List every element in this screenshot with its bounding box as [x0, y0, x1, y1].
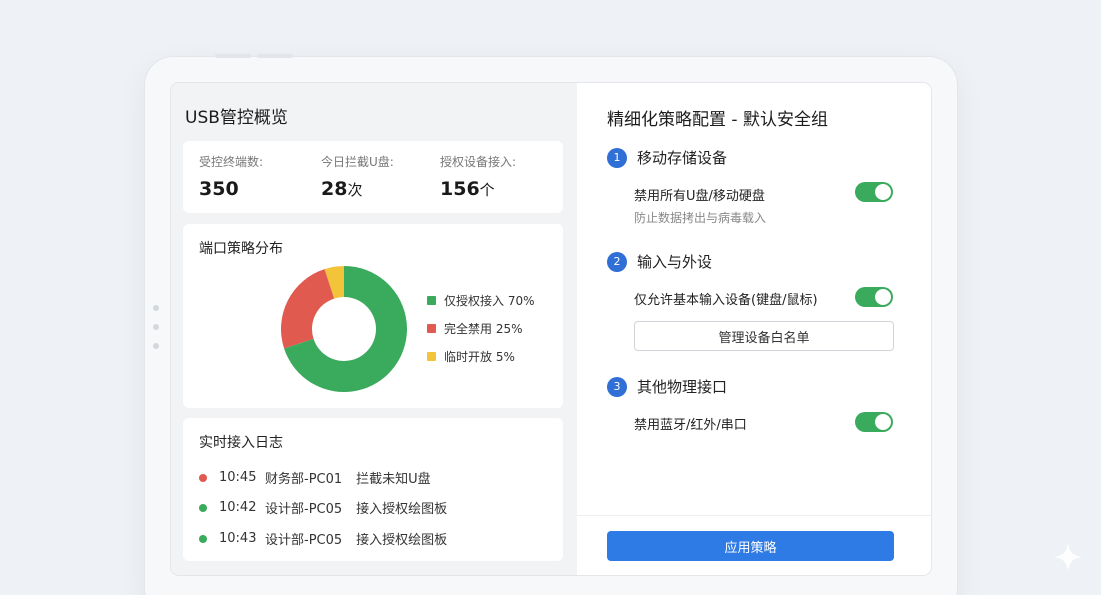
policy-footer: 应用策略: [577, 515, 931, 575]
toggle-disable-bluetooth-ir-serial[interactable]: [855, 412, 893, 432]
log-source: 设计部-PC05: [265, 502, 343, 517]
legend-swatch: [427, 351, 436, 361]
section-removable-storage: 1 移动存储设备: [607, 147, 727, 168]
section-number: 1: [607, 147, 627, 168]
stat-value: 156个: [440, 178, 495, 200]
stat-value: 350: [199, 178, 239, 200]
log-time: 10:43: [219, 531, 257, 546]
status-dot: [199, 534, 207, 543]
stats-card: 受控终端数: 350 今日拦截U盘: 28次 授权设备接入: 156个: [183, 141, 563, 213]
donut-chart: [281, 266, 407, 392]
policy-panel: 精细化策略配置 - 默认安全组 1 移动存储设备 禁用所有U盘/移动硬盘 防止数…: [577, 83, 931, 575]
legend-item-temporary: 临时开放 5%: [427, 342, 535, 370]
log-event: 拦截未知U盘: [356, 472, 431, 487]
manage-whitelist-button[interactable]: 管理设备白名单: [634, 321, 894, 351]
setting-description: 防止数据拷出与病毒载入: [634, 211, 767, 225]
chart-legend: 仅授权接入 70% 完全禁用 25% 临时开放 5%: [427, 286, 535, 370]
status-dot: [199, 473, 207, 482]
donut-slice-1: [281, 269, 335, 349]
overview-title: USB管控概览: [185, 108, 288, 128]
section-title: 输入与外设: [637, 253, 713, 271]
toggle-knob: [875, 289, 891, 305]
log-entry[interactable]: 10:42 设计部-PC05 接入授权绘图板: [199, 498, 447, 517]
setting-label: 仅允许基本输入设备(键盘/鼠标): [634, 293, 818, 308]
stat-label: 受控终端数:: [199, 155, 264, 169]
log-source: 财务部-PC01: [265, 472, 343, 487]
stat-authorized-devices: 授权设备接入: 156个: [440, 153, 516, 200]
legend-label: 临时开放 5%: [444, 349, 515, 364]
apply-policy-button[interactable]: 应用策略: [607, 531, 894, 561]
toggle-knob: [875, 414, 891, 430]
policy-title: 精细化策略配置 - 默认安全组: [607, 110, 828, 130]
section-number: 3: [607, 376, 627, 397]
legend-swatch: [427, 323, 436, 333]
legend-item-disabled: 完全禁用 25%: [427, 314, 535, 342]
log-entry[interactable]: 10:45 财务部-PC01 拦截未知U盘: [199, 468, 431, 487]
setting-label: 禁用蓝牙/红外/串口: [634, 418, 747, 433]
toggle-basic-input-only[interactable]: [855, 287, 893, 307]
section-input-peripherals: 2 输入与外设: [607, 251, 712, 272]
camera-dots: [153, 305, 159, 349]
log-time: 10:45: [219, 470, 257, 485]
sparkle-icon: [1053, 542, 1083, 572]
stat-blocked-usb: 今日拦截U盘: 28次: [321, 153, 394, 200]
log-source: 设计部-PC05: [265, 533, 343, 548]
log-title: 实时接入日志: [199, 435, 283, 451]
legend-item-authorized: 仅授权接入 70%: [427, 286, 535, 314]
tablet-frame: USB管控概览 受控终端数: 350 今日拦截U盘: 28次 授权设备接入: 1…: [145, 54, 957, 595]
status-dot: [199, 503, 207, 512]
legend-label: 完全禁用 25%: [444, 321, 523, 336]
app-screen: USB管控概览 受控终端数: 350 今日拦截U盘: 28次 授权设备接入: 1…: [171, 83, 931, 575]
hardware-button: [257, 54, 293, 58]
port-policy-chart-card: 端口策略分布 仅授权接入 70% 完全禁用 25% 临时开放 5%: [183, 224, 563, 408]
chart-title: 端口策略分布: [199, 241, 283, 257]
toggle-disable-usb[interactable]: [855, 182, 893, 202]
legend-label: 仅授权接入 70%: [444, 293, 535, 308]
stat-managed-terminals: 受控终端数: 350: [199, 153, 263, 200]
overview-panel: USB管控概览 受控终端数: 350 今日拦截U盘: 28次 授权设备接入: 1…: [171, 83, 577, 575]
section-number: 2: [607, 251, 627, 272]
toggle-knob: [875, 184, 891, 200]
realtime-log-card: 实时接入日志 10:45 财务部-PC01 拦截未知U盘 10:42 设计部-P…: [183, 418, 563, 561]
stat-label: 今日拦截U盘:: [321, 155, 394, 169]
stat-label: 授权设备接入:: [440, 155, 517, 169]
legend-swatch: [427, 295, 436, 305]
section-title: 移动存储设备: [637, 149, 728, 167]
log-event: 接入授权绘图板: [356, 502, 448, 517]
hardware-button: [215, 54, 251, 58]
section-physical-ports: 3 其他物理接口: [607, 376, 727, 397]
log-event: 接入授权绘图板: [356, 533, 448, 548]
setting-label: 禁用所有U盘/移动硬盘: [634, 189, 765, 204]
stat-value: 28次: [321, 178, 363, 200]
log-time: 10:42: [219, 500, 257, 515]
log-entry[interactable]: 10:43 设计部-PC05 接入授权绘图板: [199, 529, 447, 548]
section-title: 其他物理接口: [637, 378, 728, 396]
